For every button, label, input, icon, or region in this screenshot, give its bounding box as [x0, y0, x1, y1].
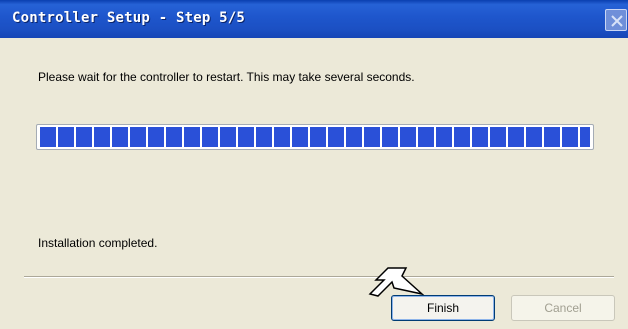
close-button[interactable] — [605, 9, 627, 31]
setup-dialog: Controller Setup - Step 5/5 Please wait … — [0, 0, 628, 329]
instruction-message: Please wait for the controller to restar… — [38, 70, 415, 84]
arrow-cursor-icon — [368, 246, 428, 301]
window-title: Controller Setup - Step 5/5 — [12, 10, 245, 26]
separator — [24, 276, 614, 278]
title-bar[interactable]: Controller Setup - Step 5/5 — [0, 0, 628, 38]
cancel-button[interactable]: Cancel — [511, 295, 615, 321]
progress-fill — [40, 127, 590, 147]
progress-bar — [36, 124, 594, 150]
status-text: Installation completed. — [38, 236, 158, 250]
